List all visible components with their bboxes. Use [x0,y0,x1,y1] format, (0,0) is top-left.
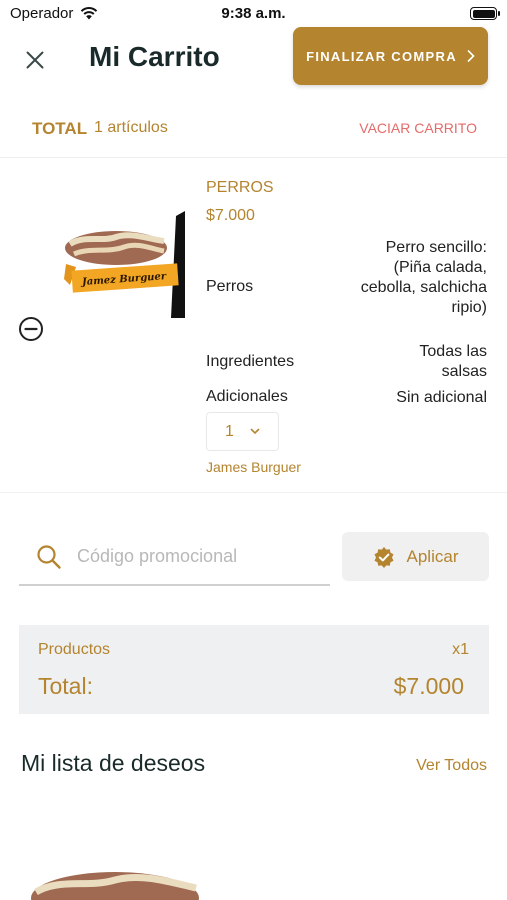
clear-cart-button[interactable]: VACIAR CARRITO [359,120,477,136]
option-label-perros: Perros [206,278,254,295]
close-button[interactable] [20,45,50,75]
option-label-adicionales: Adicionales [206,388,288,405]
product-image: Jamez Burguer [64,211,185,318]
wishlist-item-image[interactable] [30,858,200,900]
remove-item-icon[interactable] [18,316,44,342]
products-label: Productos [38,641,111,658]
quantity-select[interactable]: 1 [206,412,279,451]
view-all-link[interactable]: Ver Todos [416,757,487,775]
cart-item: Jamez Burguer PERROS $7.000 Perros Perro… [0,158,507,493]
order-totals: Productos x1 Total: $7.000 [19,625,489,714]
cart-summary: TOTAL 1 artículos VACIAR CARRITO [0,98,507,158]
summary-total-label: TOTAL [32,119,88,138]
option-value-perros: Perro sencillo: (Piña calada, cebolla, s… [360,239,487,316]
option-value-adicionales: Sin adicional [396,389,487,406]
option-value-ingredientes: Todas las salsas [419,343,487,380]
quantity-value: 1 [225,422,234,440]
chevron-right-icon [467,50,475,62]
grand-total-label: Total: [38,673,93,699]
checkout-button[interactable]: FINALIZAR COMPRA [293,27,488,85]
option-label-ingredientes: Ingredientes [206,353,295,370]
page-title: Mi Carrito [89,41,220,72]
status-bar: Operador 9:38 a.m. [0,0,507,28]
verified-badge-icon [374,546,394,568]
item-price: $7.000 [206,207,255,224]
search-icon [37,545,61,569]
grand-total-value: $7.000 [393,673,464,699]
item-category: PERROS [206,179,274,196]
promo-code-input[interactable] [77,541,322,571]
close-icon [26,51,44,69]
item-count: 1 artículos [94,119,168,136]
products-quantity: x1 [452,641,469,658]
checkout-button-label: FINALIZAR COMPRA [306,48,457,64]
battery-icon [470,7,500,20]
status-time: 9:38 a.m. [221,5,286,22]
wishlist-title: Mi lista de deseos [21,750,206,776]
restaurant-name[interactable]: James Burguer [206,459,301,475]
apply-button-label: Aplicar [406,546,459,566]
promo-code-field [19,528,330,586]
header: Mi Carrito FINALIZAR COMPRA [0,25,507,95]
chevron-down-icon [250,428,260,435]
apply-promo-button[interactable]: Aplicar [342,532,489,581]
